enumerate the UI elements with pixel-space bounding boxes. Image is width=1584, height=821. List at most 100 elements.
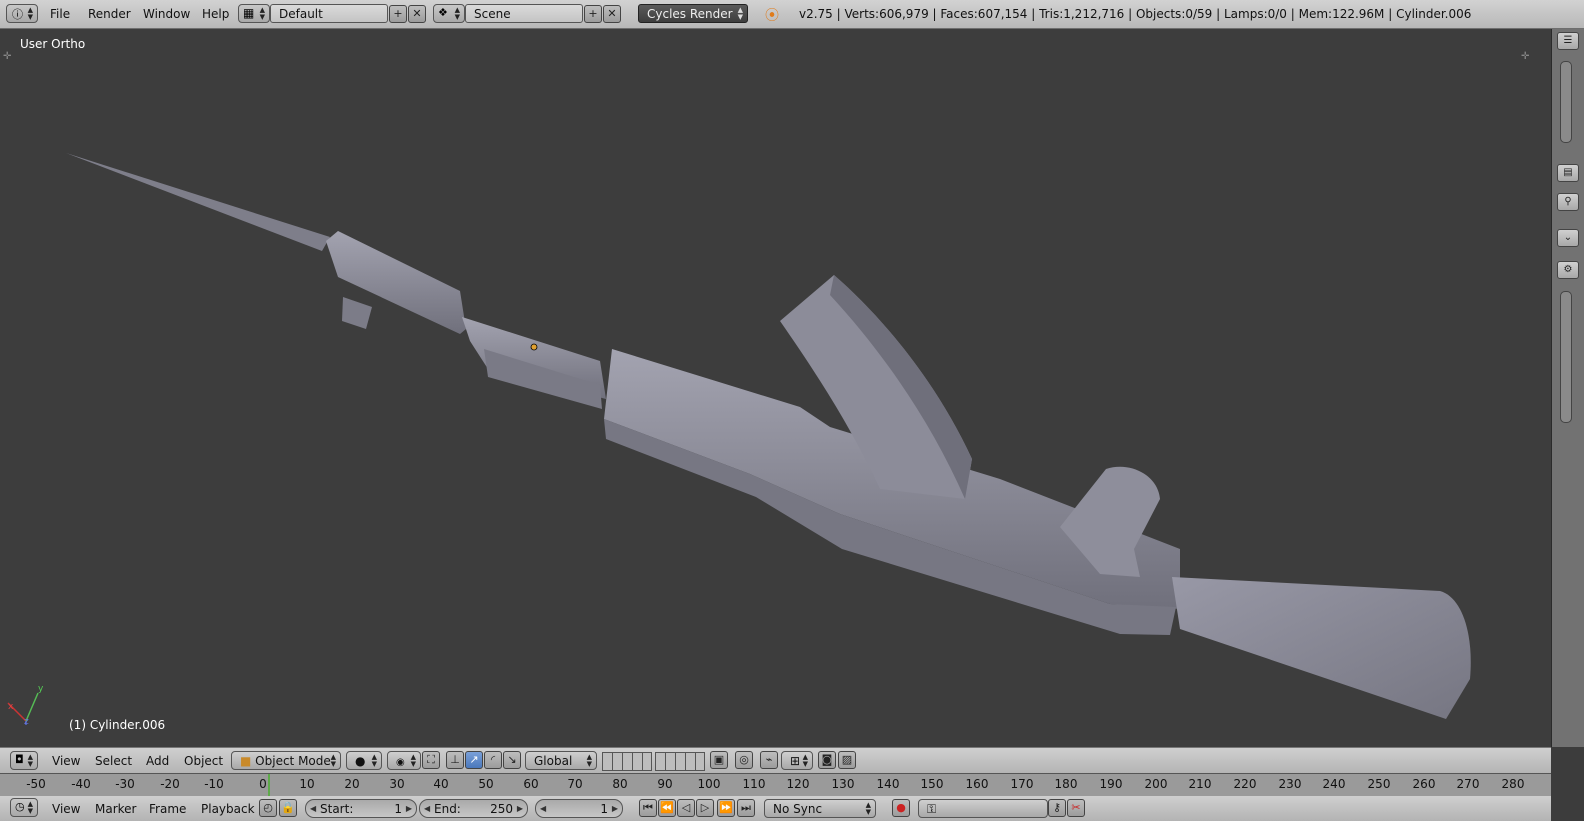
preview-range-icon[interactable]: ◴ bbox=[259, 799, 277, 817]
current-frame-marker bbox=[268, 774, 270, 796]
add-layout-icon[interactable]: + bbox=[389, 5, 407, 23]
timeline-ruler[interactable]: -50 -40 -30 -20 -10 0 10 20 30 40 50 60 … bbox=[0, 773, 1551, 797]
timeline-tick: -20 bbox=[160, 777, 180, 791]
timeline-tick: 280 bbox=[1501, 777, 1525, 791]
scene-field[interactable]: Scene bbox=[465, 4, 583, 23]
rotate-icon[interactable]: ◜ bbox=[484, 751, 502, 769]
timeline-tick: 260 bbox=[1412, 777, 1436, 791]
delete-keyframe-icon[interactable]: ✂ bbox=[1067, 799, 1085, 817]
timeline-tick: 10 bbox=[299, 777, 315, 791]
editor-type-button[interactable]: ◘ ▲ ▼ bbox=[10, 751, 38, 770]
menu-view[interactable]: View bbox=[52, 754, 80, 768]
menu-file[interactable]: File bbox=[50, 7, 70, 21]
jump-end-icon[interactable]: ⏭ bbox=[737, 799, 755, 817]
layer-buttons[interactable] bbox=[655, 752, 705, 771]
orientation-label: Global bbox=[534, 754, 573, 768]
timeline-tick: 200 bbox=[1144, 777, 1168, 791]
timeline-menu-view[interactable]: View bbox=[52, 802, 80, 816]
snap-element-select[interactable]: ⊞ ▲ ▼ bbox=[781, 751, 813, 770]
outliner-icon[interactable]: ☰ bbox=[1557, 32, 1579, 50]
remove-scene-icon[interactable]: ✕ bbox=[603, 5, 621, 23]
manipulator-toggle-icon[interactable]: ⛶ bbox=[422, 751, 440, 769]
mode-select[interactable]: ■ Object Mode ▲ ▼ bbox=[231, 751, 341, 770]
gear-icon[interactable]: ⚙ bbox=[1557, 261, 1579, 279]
3d-viewport[interactable]: User Ortho ✛ ✛ x y z (1) Cylinder.006 bbox=[0, 29, 1551, 747]
screen-layout-selector[interactable]: ▦ ▲ ▼ bbox=[238, 4, 270, 23]
axis-x-label: x bbox=[8, 702, 14, 712]
scrollbar[interactable] bbox=[1560, 291, 1572, 423]
prev-keyframe-icon[interactable]: ⏪ bbox=[658, 799, 676, 817]
timeline-menu-marker[interactable]: Marker bbox=[95, 802, 136, 816]
render-camera-icon[interactable]: ◙ bbox=[818, 751, 836, 769]
menu-object[interactable]: Object bbox=[184, 754, 223, 768]
timeline-tick: 70 bbox=[567, 777, 583, 791]
layer-buttons[interactable] bbox=[602, 752, 652, 771]
snap-toggle-icon[interactable]: ⌁ bbox=[760, 751, 778, 769]
scene-selector[interactable]: ❖ ▲ ▼ bbox=[433, 4, 465, 23]
timeline-tick: 130 bbox=[831, 777, 855, 791]
rifle-model[interactable] bbox=[0, 29, 1551, 747]
menu-render[interactable]: Render bbox=[88, 7, 131, 21]
timeline-tick: 40 bbox=[433, 777, 449, 791]
end-frame-field[interactable]: ◀ End: 250 ▶ bbox=[419, 799, 528, 818]
keying-set-icon: ⚿ bbox=[927, 802, 937, 816]
render-engine-select[interactable]: Cycles Render ▲ ▼ bbox=[638, 4, 748, 23]
timeline-tick: 50 bbox=[478, 777, 494, 791]
translate-icon[interactable]: ↗ bbox=[465, 751, 483, 769]
clock-icon: ◷ bbox=[15, 800, 25, 813]
current-frame-field[interactable]: ◀ 1 ▶ bbox=[535, 799, 623, 818]
menu-add[interactable]: Add bbox=[146, 754, 169, 768]
keying-set-field[interactable]: ⚿ bbox=[918, 799, 1048, 818]
editor-type-button[interactable]: ⓘ ▲ ▼ bbox=[6, 4, 38, 23]
timeline-tick: 80 bbox=[612, 777, 628, 791]
render-anim-icon[interactable]: ▨ bbox=[838, 751, 856, 769]
render-engine-label: Cycles Render bbox=[647, 7, 733, 21]
next-keyframe-icon[interactable]: ⏩ bbox=[717, 799, 735, 817]
pin-icon[interactable]: ⚲ bbox=[1557, 193, 1579, 211]
cube-icon: ◘ bbox=[15, 753, 24, 766]
add-scene-icon[interactable]: + bbox=[584, 5, 602, 23]
bayonet-blade bbox=[66, 153, 330, 251]
proportional-edit-icon[interactable]: ◎ bbox=[735, 751, 753, 769]
end-label: End: bbox=[434, 802, 461, 816]
record-icon[interactable]: ● bbox=[892, 799, 910, 817]
scrollbar[interactable] bbox=[1560, 61, 1572, 143]
transform-orientation-select[interactable]: Global ▲ ▼ bbox=[525, 751, 597, 770]
bayonet-mount bbox=[342, 297, 372, 329]
timeline-tick: 100 bbox=[697, 777, 721, 791]
timeline-tick: 60 bbox=[523, 777, 539, 791]
axis-y-label: y bbox=[38, 684, 44, 694]
menu-select[interactable]: Select bbox=[95, 754, 132, 768]
properties-icon[interactable]: ▤ bbox=[1557, 164, 1579, 182]
timeline-tick: 30 bbox=[389, 777, 405, 791]
blender-logo-icon: ⦿ bbox=[765, 8, 779, 24]
layout-grid-icon: ▦ bbox=[243, 6, 255, 20]
info-header: ⓘ ▲ ▼ File Render Window Help ▦ ▲ ▼ Defaul… bbox=[0, 0, 1584, 29]
updown-icon: ▲ ▼ bbox=[27, 6, 33, 21]
start-frame-field[interactable]: ◀ Start: 1 ▶ bbox=[305, 799, 417, 818]
sync-mode-select[interactable]: No Sync ▲ ▼ bbox=[764, 799, 876, 818]
menu-window[interactable]: Window bbox=[143, 7, 190, 21]
insert-keyframe-icon[interactable]: ⚷ bbox=[1048, 799, 1066, 817]
timeline-header: ◷ ▲ ▼ View Marker Frame Playback ◴ 🔒 ◀ St… bbox=[0, 796, 1551, 821]
expand-icon[interactable]: ⌄ bbox=[1557, 229, 1579, 247]
play-icon[interactable]: ▷ bbox=[696, 799, 714, 817]
timeline-menu-frame[interactable]: Frame bbox=[149, 802, 186, 816]
timeline-tick: -10 bbox=[204, 777, 224, 791]
lock-layers-icon[interactable]: ▣ bbox=[710, 751, 728, 769]
remove-layout-icon[interactable]: ✕ bbox=[408, 5, 426, 23]
timeline-menu-playback[interactable]: Playback bbox=[201, 802, 255, 816]
rifle-stock bbox=[1172, 577, 1471, 719]
manipulator-icon[interactable]: ⊥ bbox=[446, 751, 464, 769]
editor-type-button[interactable]: ◷ ▲ ▼ bbox=[10, 798, 38, 817]
menu-help[interactable]: Help bbox=[202, 7, 229, 21]
solid-sphere-icon: ● bbox=[355, 754, 366, 768]
lock-icon[interactable]: 🔒 bbox=[279, 799, 297, 817]
screen-layout-field[interactable]: Default bbox=[270, 4, 388, 23]
viewport-shading-select[interactable]: ● ▲ ▼ bbox=[346, 751, 382, 770]
scale-icon[interactable]: ↘ bbox=[503, 751, 521, 769]
timeline-tick: 160 bbox=[965, 777, 989, 791]
play-reverse-icon[interactable]: ◁ bbox=[677, 799, 695, 817]
pivot-point-select[interactable]: ◉ ▲ ▼ bbox=[387, 751, 421, 770]
jump-start-icon[interactable]: ⏮ bbox=[639, 799, 657, 817]
